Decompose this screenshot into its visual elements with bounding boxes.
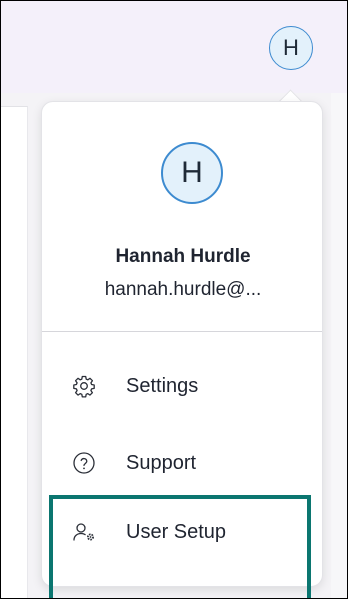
- avatar-initial: H: [181, 156, 203, 189]
- menu-item-settings[interactable]: Settings: [42, 361, 322, 411]
- question-circle-icon: [73, 452, 95, 474]
- user-gear-icon: [73, 523, 94, 541]
- user-name: Hannah Hurdle: [115, 246, 251, 267]
- gear-icon: [73, 375, 95, 398]
- user-avatar: H: [161, 142, 223, 204]
- user-avatar-button[interactable]: H: [269, 26, 313, 70]
- menu-item-label: Settings: [126, 375, 199, 397]
- user-email: hannah.hurdle@...: [104, 279, 262, 300]
- user-menu-dropdown: H Hannah Hurdle hannah.hurdle@... Settin…: [41, 101, 323, 587]
- avatar-initial: H: [283, 35, 299, 60]
- page-content-panel: [1, 106, 28, 598]
- menu-item-label: User Setup: [126, 521, 227, 543]
- menu-item-support[interactable]: Support: [42, 438, 322, 488]
- menu-item-user-setup[interactable]: User Setup: [42, 507, 322, 557]
- app-window: H H Hannah Hurdle hannah.hurdle@... Sett…: [0, 0, 348, 599]
- menu-divider: [42, 331, 322, 332]
- page-content-right: [331, 93, 347, 598]
- menu-item-label: Support: [126, 452, 197, 474]
